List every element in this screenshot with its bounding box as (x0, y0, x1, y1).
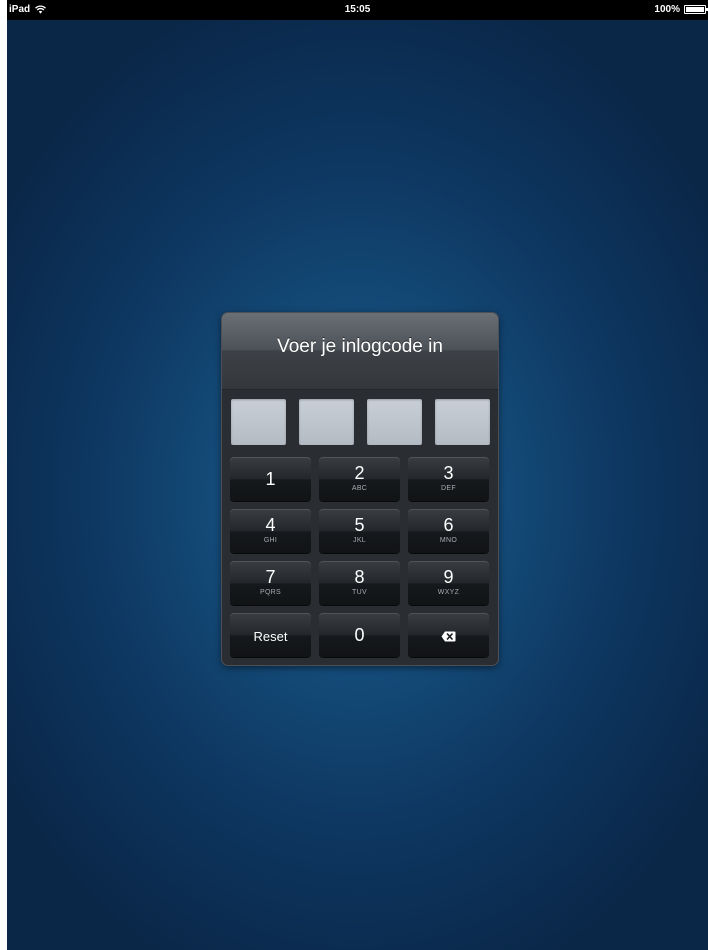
key-letters: MNO (439, 537, 458, 544)
dialog-header: Voer je inlogcode in (222, 313, 498, 390)
dialog-title: Voer je inlogcode in (277, 336, 443, 357)
status-bar: iPad 15:05 100% (7, 0, 708, 20)
key-digit: 8 (354, 567, 365, 587)
key-digit: 1 (265, 469, 276, 489)
status-bar-right: 100% (654, 4, 708, 15)
reset-button[interactable]: Reset (230, 613, 311, 657)
key-5[interactable]: 5 JKL (319, 509, 400, 553)
reset-label: Reset (253, 629, 288, 644)
screen: iPad 15:05 100% Voer je inlogcode in 1 2… (7, 0, 708, 950)
key-1[interactable]: 1 (230, 457, 311, 501)
battery-percentage: 100% (654, 4, 680, 15)
key-8[interactable]: 8 TUV (319, 561, 400, 605)
passcode-digit-box[interactable] (231, 399, 286, 445)
passcode-digit-box[interactable] (299, 399, 354, 445)
key-digit: 3 (443, 463, 454, 483)
passcode-field[interactable] (231, 399, 490, 445)
key-letters: PQRS (259, 589, 282, 596)
key-letters: WXYZ (437, 589, 460, 596)
key-letters: TUV (352, 589, 367, 596)
key-3[interactable]: 3 DEF (408, 457, 489, 501)
key-digit: 2 (354, 463, 365, 483)
key-digit: 0 (354, 625, 365, 645)
key-9[interactable]: 9 WXYZ (408, 561, 489, 605)
key-letters: ABC (351, 485, 368, 492)
key-0[interactable]: 0 (319, 613, 400, 657)
key-2[interactable]: 2 ABC (319, 457, 400, 501)
backspace-button[interactable] (408, 613, 489, 657)
key-7[interactable]: 7 PQRS (230, 561, 311, 605)
key-letters: GHI (263, 537, 278, 544)
passcode-dialog: Voer je inlogcode in 1 2 ABC 3 DEF 4 GHI… (222, 313, 498, 665)
passcode-digit-box[interactable] (435, 399, 490, 445)
key-letters: JKL (353, 537, 366, 544)
clock: 15:05 (344, 4, 371, 15)
key-digit: 4 (265, 515, 276, 535)
key-digit: 9 (443, 567, 454, 587)
passcode-digit-box[interactable] (367, 399, 422, 445)
key-6[interactable]: 6 MNO (408, 509, 489, 553)
key-digit: 6 (443, 515, 454, 535)
backspace-icon (441, 629, 456, 647)
battery-icon (684, 5, 708, 14)
key-letters: DEF (441, 485, 456, 492)
key-4[interactable]: 4 GHI (230, 509, 311, 553)
key-digit: 7 (265, 567, 276, 587)
key-digit: 5 (354, 515, 365, 535)
